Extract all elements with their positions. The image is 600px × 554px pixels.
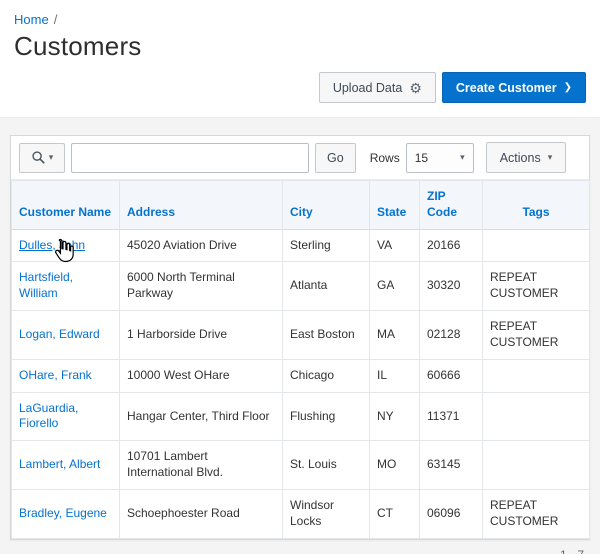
rows-select[interactable]: 15 ▾	[406, 143, 474, 173]
cell-name: OHare, Frank	[12, 359, 120, 392]
search-input[interactable]	[71, 143, 309, 173]
breadcrumb-separator: /	[54, 12, 58, 27]
cell-address: 10000 West OHare	[120, 359, 283, 392]
column-header-address[interactable]: Address	[120, 181, 283, 230]
table-row: Bradley, Eugene Schoephoester RoadWindsor…	[12, 489, 590, 538]
cell-state: IL	[370, 359, 420, 392]
cell-zip: 60666	[420, 359, 483, 392]
create-customer-button[interactable]: Create Customer ❯	[442, 72, 586, 103]
breadcrumb-home-link[interactable]: Home	[14, 12, 49, 27]
upload-data-button[interactable]: Upload Data ⚙	[319, 72, 436, 103]
cell-city: Atlanta	[283, 262, 370, 311]
page-header: Home / Customers Upload Data ⚙ Create Cus…	[0, 0, 600, 118]
customer-name-link[interactable]: Dulles, John	[19, 238, 85, 252]
cell-address: 1 Harborside Drive	[120, 311, 283, 360]
cell-state: NY	[370, 392, 420, 441]
header-button-row: Upload Data ⚙ Create Customer ❯	[14, 72, 586, 103]
customers-table: Customer NameAddressCityStateZIP CodeTag…	[11, 180, 590, 539]
upload-data-label: Upload Data	[333, 81, 403, 95]
cell-address: 45020 Aviation Drive	[120, 229, 283, 262]
create-customer-label: Create Customer	[456, 81, 557, 95]
cell-state: MA	[370, 311, 420, 360]
chevron-right-icon: ❯	[564, 82, 572, 93]
search-toolbar: ▾ Go Rows 15 ▾ Actions ▾	[11, 136, 589, 180]
cell-city: East Boston	[283, 311, 370, 360]
content-area: ▾ Go Rows 15 ▾ Actions ▾ Customer NameAd	[0, 118, 600, 554]
pagination-range: 1 - 7	[10, 540, 590, 554]
cell-tags	[483, 229, 590, 262]
actions-button[interactable]: Actions ▾	[486, 142, 567, 173]
customers-report-region: ▾ Go Rows 15 ▾ Actions ▾ Customer NameAd	[10, 135, 590, 540]
go-label: Go	[327, 151, 344, 165]
cell-zip: 20166	[420, 229, 483, 262]
customer-name-link[interactable]: OHare, Frank	[19, 368, 92, 382]
cell-state: VA	[370, 229, 420, 262]
cell-tags	[483, 441, 590, 490]
search-icon	[31, 150, 46, 165]
cell-city: Flushing	[283, 392, 370, 441]
search-options-button[interactable]: ▾	[19, 143, 65, 173]
column-header-state[interactable]: State	[370, 181, 420, 230]
cell-tags: REPEAT CUSTOMER	[483, 489, 590, 538]
chevron-down-icon: ▾	[49, 153, 54, 162]
cell-address: Schoephoester Road	[120, 489, 283, 538]
customer-name-link[interactable]: Logan, Edward	[19, 327, 100, 341]
table-row: OHare, Frank 10000 West OHareChicagoIL606…	[12, 359, 590, 392]
table-row: Lambert, Albert 10701 Lambert Internation…	[12, 441, 590, 490]
column-header-customer-name[interactable]: Customer Name	[12, 181, 120, 230]
chevron-down-icon: ▾	[460, 153, 465, 162]
cell-city: St. Louis	[283, 441, 370, 490]
cell-state: CT	[370, 489, 420, 538]
column-header-city[interactable]: City	[283, 181, 370, 230]
cell-name: Dulles, John	[12, 229, 120, 262]
cell-address: 10701 Lambert International Blvd.	[120, 441, 283, 490]
cell-city: Windsor Locks	[283, 489, 370, 538]
cell-name: LaGuardia, Fiorello	[12, 392, 120, 441]
customer-name-link[interactable]: Lambert, Albert	[19, 457, 100, 471]
table-row: Logan, Edward 1 Harborside DriveEast Bost…	[12, 311, 590, 360]
table-header-row: Customer NameAddressCityStateZIP CodeTag…	[12, 181, 590, 230]
breadcrumb: Home /	[14, 12, 586, 27]
gear-icon: ⚙	[409, 81, 422, 95]
cell-name: Lambert, Albert	[12, 441, 120, 490]
cell-zip: 02128	[420, 311, 483, 360]
cell-address: Hangar Center, Third Floor	[120, 392, 283, 441]
cell-zip: 63145	[420, 441, 483, 490]
cell-zip: 06096	[420, 489, 483, 538]
go-button[interactable]: Go	[315, 143, 356, 173]
column-header-tags[interactable]: Tags	[483, 181, 590, 230]
column-header-zip-code[interactable]: ZIP Code	[420, 181, 483, 230]
rows-label: Rows	[370, 151, 400, 165]
customer-name-link[interactable]: Bradley, Eugene	[19, 506, 107, 520]
cell-zip: 30320	[420, 262, 483, 311]
table-row: Dulles, John 45020 Aviation DriveSterling…	[12, 229, 590, 262]
cell-city: Sterling	[283, 229, 370, 262]
table-row: Hartsfield, William 6000 North Terminal P…	[12, 262, 590, 311]
chevron-down-icon: ▾	[548, 153, 553, 162]
cell-tags	[483, 392, 590, 441]
cell-state: MO	[370, 441, 420, 490]
cell-tags: REPEAT CUSTOMER	[483, 262, 590, 311]
customer-name-link[interactable]: Hartsfield, William	[19, 270, 73, 300]
page-title: Customers	[14, 31, 586, 62]
cell-state: GA	[370, 262, 420, 311]
cell-name: Bradley, Eugene	[12, 489, 120, 538]
cell-name: Hartsfield, William	[12, 262, 120, 311]
table-row: LaGuardia, Fiorello Hangar Center, Third …	[12, 392, 590, 441]
cell-name: Logan, Edward	[12, 311, 120, 360]
cell-city: Chicago	[283, 359, 370, 392]
cell-tags	[483, 359, 590, 392]
customer-name-link[interactable]: LaGuardia, Fiorello	[19, 401, 78, 431]
cell-tags: REPEAT CUSTOMER	[483, 311, 590, 360]
cell-zip: 11371	[420, 392, 483, 441]
actions-label: Actions	[500, 151, 541, 165]
rows-select-value: 15	[415, 151, 428, 165]
cell-address: 6000 North Terminal Parkway	[120, 262, 283, 311]
